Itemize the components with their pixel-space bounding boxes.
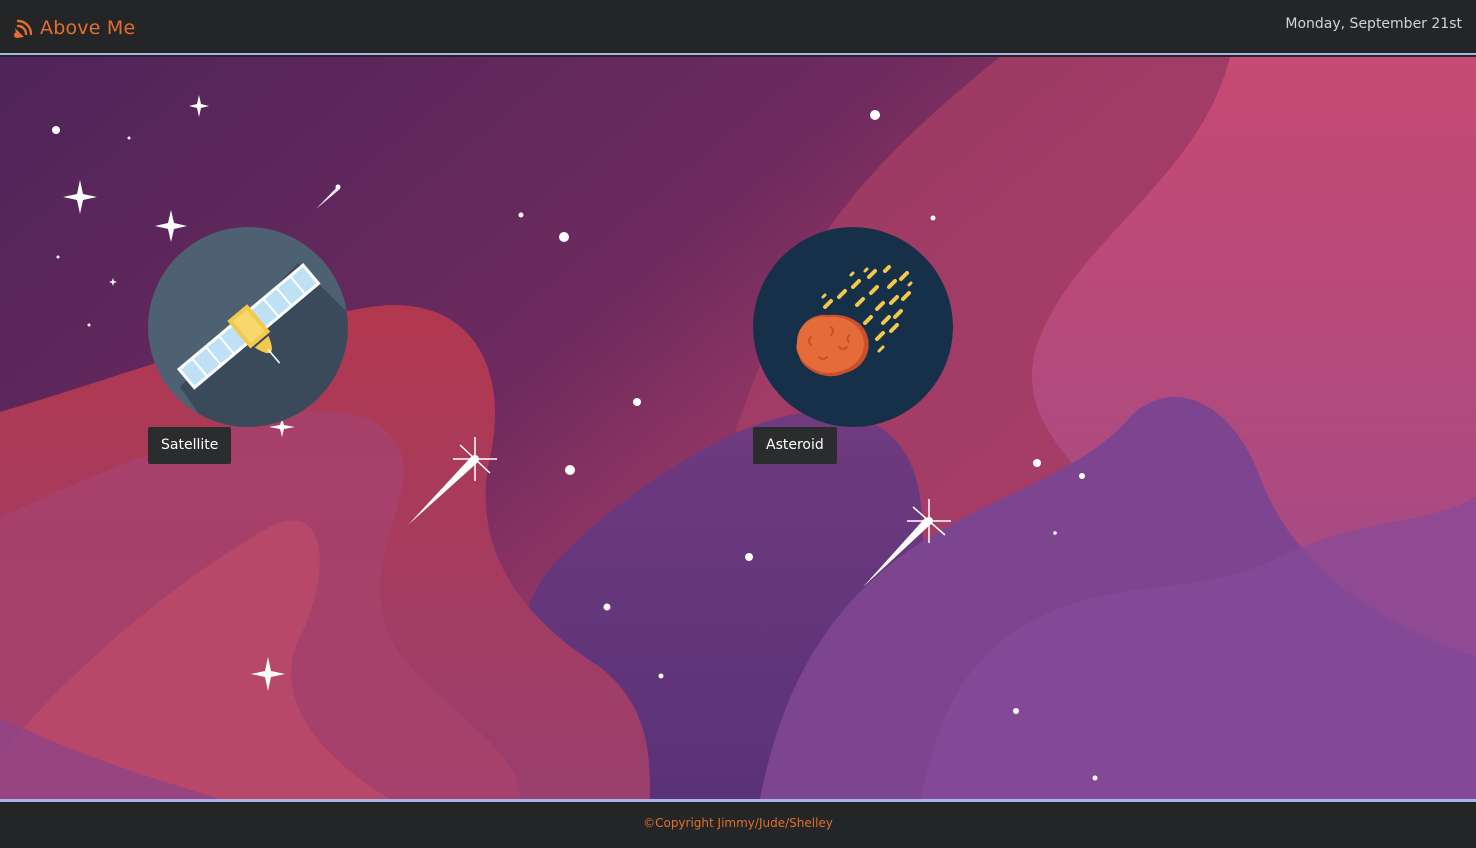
asteroid-icon <box>753 227 953 427</box>
asteroid-button[interactable]: Asteroid <box>753 427 837 464</box>
app-title: Above Me <box>40 17 136 39</box>
satellite-icon <box>148 227 348 427</box>
satellite-card[interactable]: Satellite <box>148 227 348 464</box>
copyright-text: ©Copyright Jimmy/Jude/Shelley <box>643 816 833 830</box>
footer: ©Copyright Jimmy/Jude/Shelley <box>0 799 1476 848</box>
satellite-dish-icon <box>14 19 33 38</box>
current-date: Monday, September 21st <box>1285 16 1462 32</box>
space-scene: Satellite Asteroid <box>0 57 1476 799</box>
brand-link[interactable]: Above Me <box>12 14 135 42</box>
satellite-button[interactable]: Satellite <box>148 427 232 464</box>
asteroid-card[interactable]: Asteroid <box>753 227 953 464</box>
top-navbar: Above Me Monday, September 21st <box>0 0 1476 55</box>
